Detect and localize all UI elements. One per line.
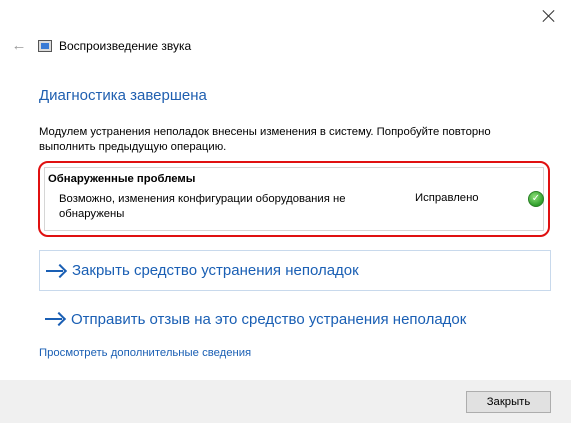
problems-panel: Обнаруженные проблемы Возможно, изменени… xyxy=(44,167,544,231)
window-title: Воспроизведение звука xyxy=(59,39,192,53)
problem-description: Возможно, изменения конфигурации оборудо… xyxy=(59,193,346,220)
result-description: Модулем устранения неполадок внесены изм… xyxy=(39,126,491,153)
page-title: Диагностика завершена xyxy=(39,87,207,104)
troubleshooter-app-icon xyxy=(38,40,52,52)
problems-title: Обнаруженные проблемы xyxy=(48,173,196,185)
arrow-right-icon xyxy=(46,264,66,278)
close-button[interactable]: Закрыть xyxy=(466,391,551,413)
arrow-right-icon xyxy=(45,312,65,326)
back-arrow-icon[interactable]: ← xyxy=(10,37,28,55)
problem-status: Исправлено xyxy=(415,192,479,204)
close-troubleshooter-link[interactable]: Закрыть средство устранения неполадок xyxy=(39,250,551,291)
view-details-link[interactable]: Просмотреть дополнительные сведения xyxy=(39,347,251,359)
close-troubleshooter-label: Закрыть средство устранения неполадок xyxy=(72,262,359,279)
window-close-icon[interactable] xyxy=(539,6,559,26)
window-header: ← Воспроизведение звука xyxy=(10,36,192,56)
footer-bar: Закрыть xyxy=(0,380,571,423)
send-feedback-label: Отправить отзыв на это средство устранен… xyxy=(71,310,467,328)
problems-highlight: Обнаруженные проблемы Возможно, изменени… xyxy=(38,161,550,237)
check-icon: ✓ xyxy=(528,191,544,207)
send-feedback-link[interactable]: Отправить отзыв на это средство устранен… xyxy=(39,300,551,338)
